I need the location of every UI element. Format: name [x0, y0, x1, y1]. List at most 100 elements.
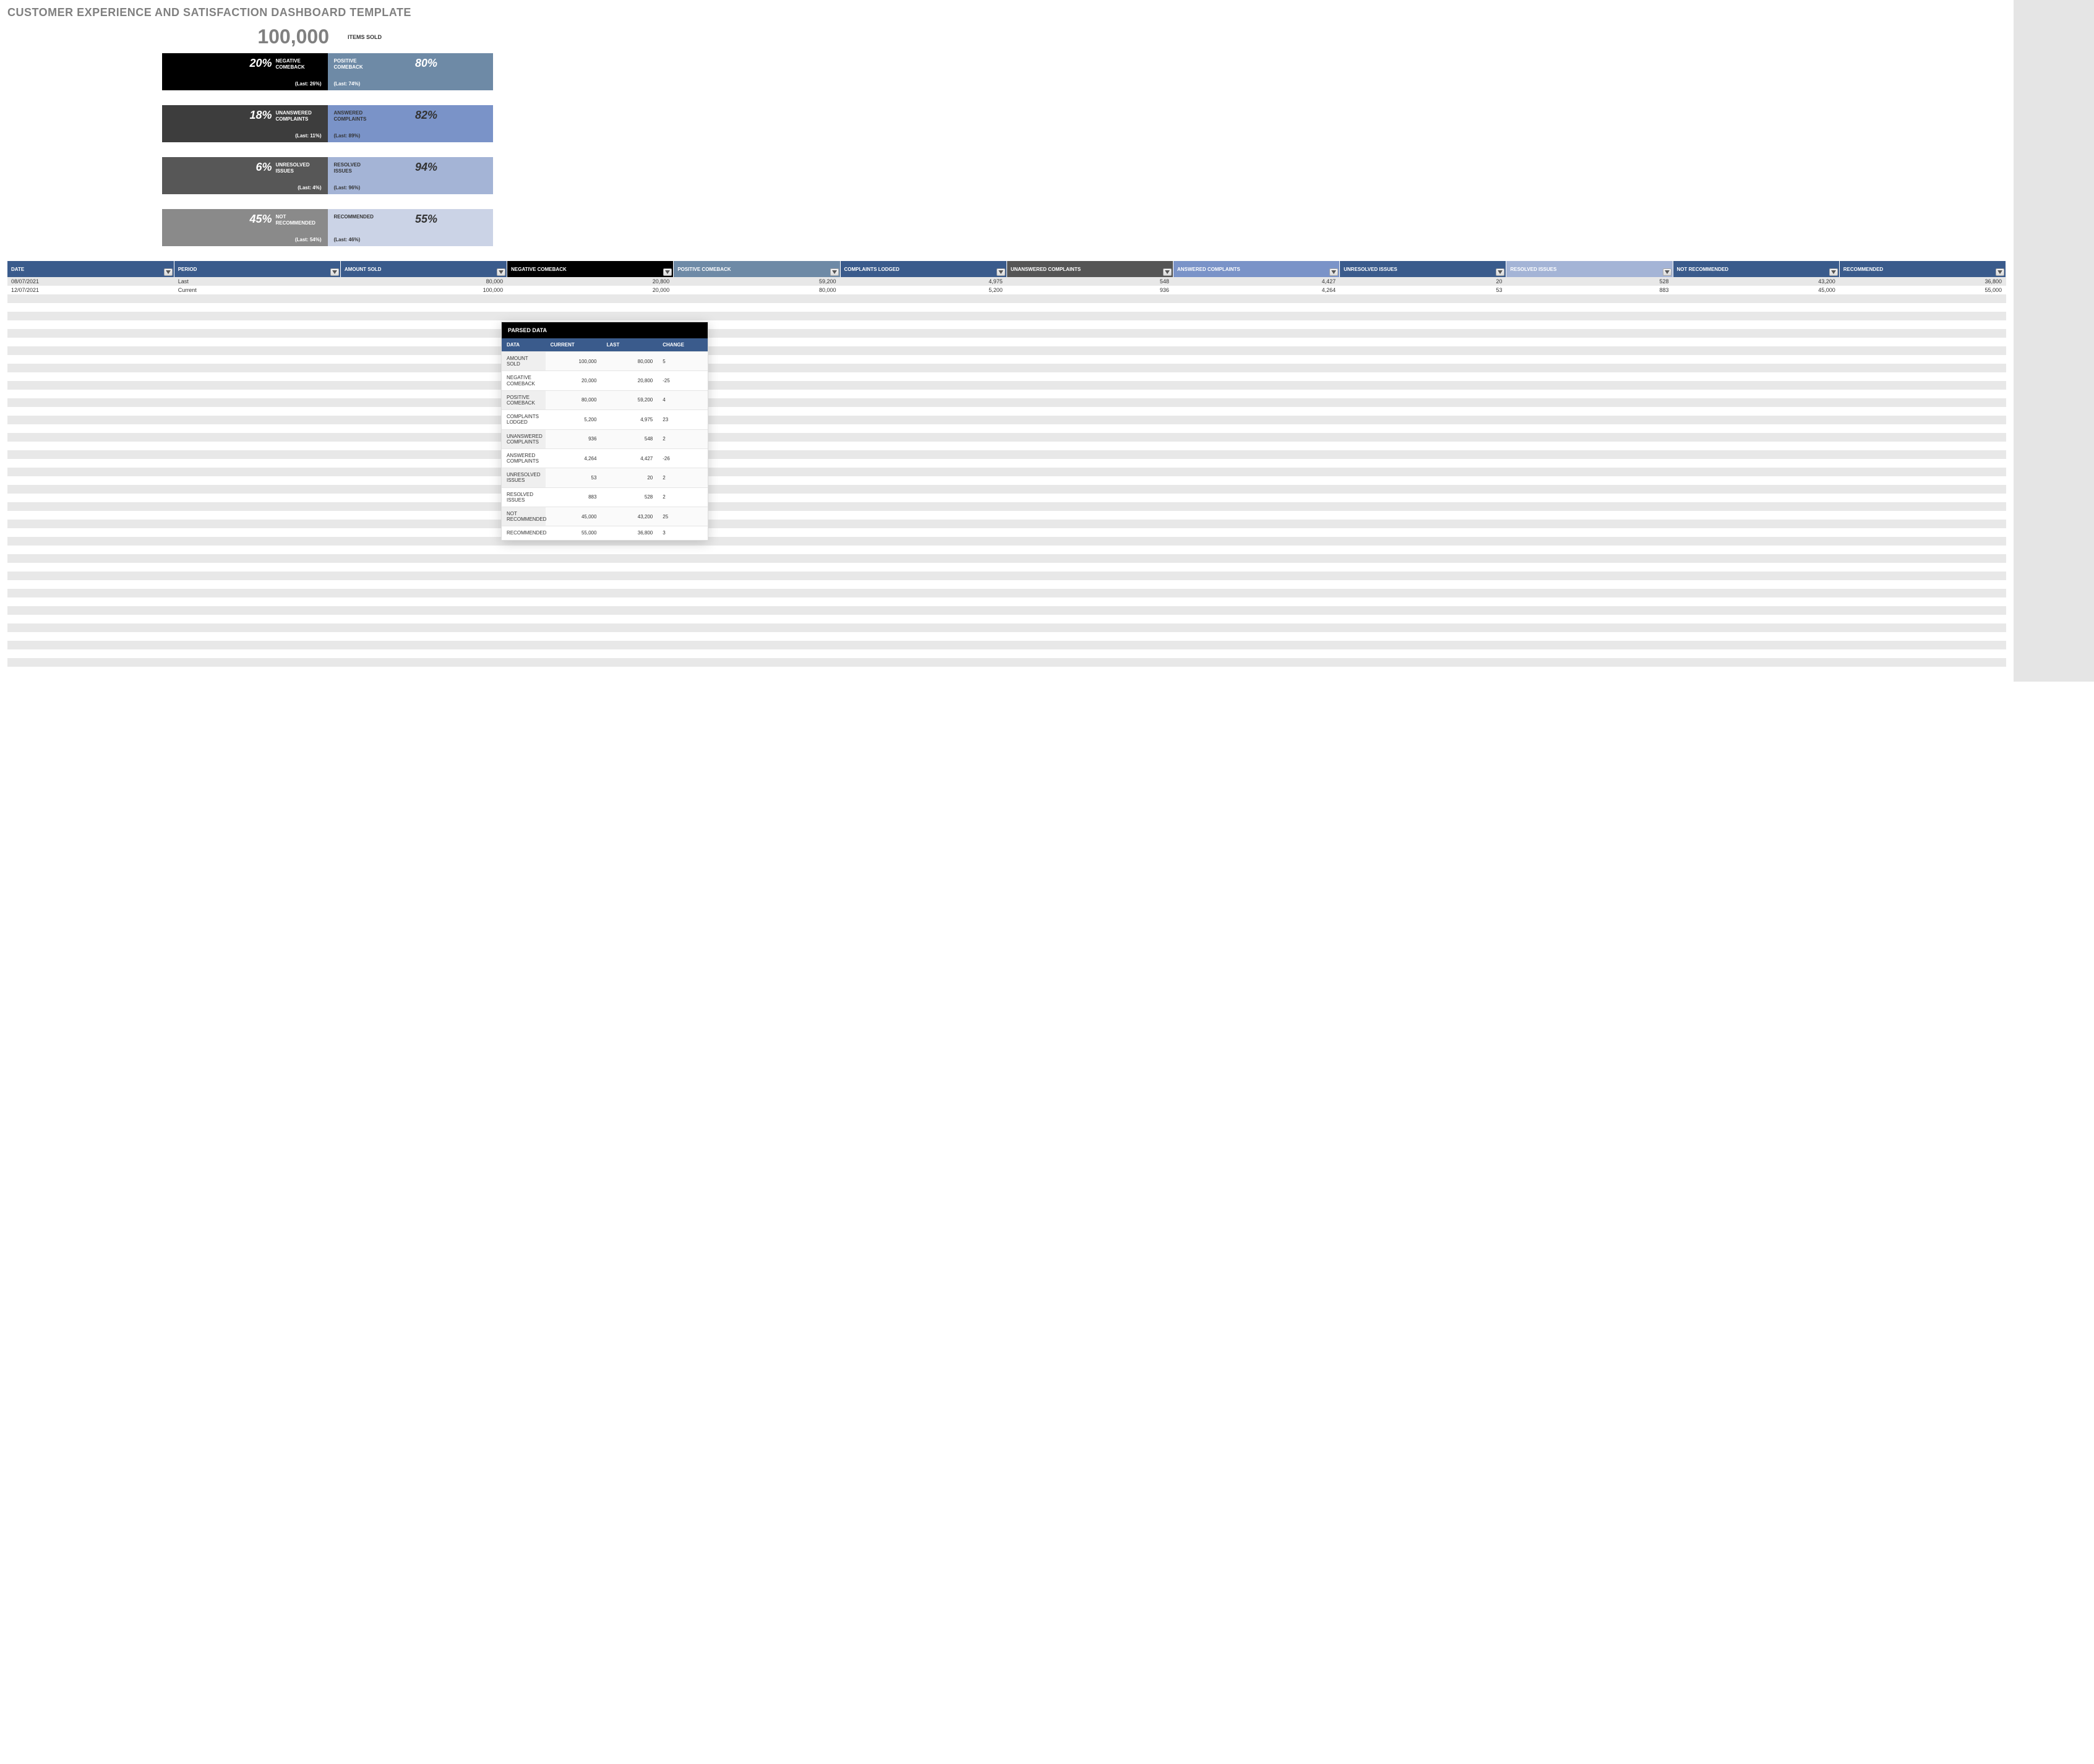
cell-empty[interactable] [1673, 381, 1839, 390]
cell-empty[interactable] [7, 398, 174, 407]
cell-empty[interactable] [7, 450, 174, 459]
cell-empty[interactable] [7, 649, 174, 658]
cell-empty[interactable] [1673, 580, 1839, 589]
cell-empty[interactable] [1839, 615, 2006, 623]
cell-empty[interactable] [1673, 520, 1839, 528]
cell-empty[interactable] [174, 459, 340, 468]
cell-empty[interactable] [1673, 641, 1839, 649]
cell-empty[interactable] [174, 312, 340, 320]
cell-empty[interactable] [1006, 520, 1173, 528]
cell-value[interactable]: 80,000 [340, 277, 507, 286]
table-row-empty[interactable] [7, 398, 2006, 407]
table-row-empty[interactable] [7, 623, 2006, 632]
cell-empty[interactable] [1173, 606, 1339, 615]
cell-empty[interactable] [7, 502, 174, 511]
cell-empty[interactable] [7, 537, 174, 546]
cell-empty[interactable] [1506, 520, 1673, 528]
cell-empty[interactable] [1340, 381, 1506, 390]
cell-empty[interactable] [840, 398, 1006, 407]
cell-empty[interactable] [174, 450, 340, 459]
cell-empty[interactable] [340, 407, 507, 416]
column-header[interactable]: POSITIVE COMEBACK [674, 261, 840, 277]
cell-empty[interactable] [1506, 468, 1673, 476]
cell-empty[interactable] [840, 303, 1006, 312]
cell-empty[interactable] [1673, 597, 1839, 606]
table-row-empty[interactable] [7, 554, 2006, 563]
cell-empty[interactable] [340, 450, 507, 459]
cell-empty[interactable] [1006, 502, 1173, 511]
cell-empty[interactable] [7, 312, 174, 320]
cell-empty[interactable] [1340, 476, 1506, 485]
cell-empty[interactable] [1673, 528, 1839, 537]
cell-empty[interactable] [1673, 407, 1839, 416]
cell-empty[interactable] [174, 433, 340, 442]
cell-empty[interactable] [1839, 364, 2006, 372]
cell-empty[interactable] [1340, 528, 1506, 537]
cell-empty[interactable] [507, 597, 674, 606]
cell-empty[interactable] [840, 294, 1006, 303]
cell-empty[interactable] [1839, 303, 2006, 312]
cell-empty[interactable] [1006, 468, 1173, 476]
cell-empty[interactable] [840, 649, 1006, 658]
cell-empty[interactable] [674, 303, 840, 312]
cell-empty[interactable] [340, 537, 507, 546]
cell-empty[interactable] [1340, 355, 1506, 364]
cell-empty[interactable] [7, 580, 174, 589]
table-row-empty[interactable] [7, 390, 2006, 398]
cell-empty[interactable] [7, 597, 174, 606]
cell-empty[interactable] [1173, 632, 1339, 641]
cell-value[interactable]: 4,975 [840, 277, 1006, 286]
table-row[interactable]: 08/07/2021Last80,00020,80059,2004,975548… [7, 277, 2006, 286]
cell-empty[interactable] [1839, 589, 2006, 597]
cell-empty[interactable] [1173, 494, 1339, 502]
cell-empty[interactable] [840, 381, 1006, 390]
cell-empty[interactable] [174, 580, 340, 589]
cell-empty[interactable] [174, 658, 340, 667]
cell-empty[interactable] [1006, 511, 1173, 520]
cell-empty[interactable] [1006, 398, 1173, 407]
cell-empty[interactable] [1006, 615, 1173, 623]
cell-empty[interactable] [840, 364, 1006, 372]
cell-date[interactable]: 12/07/2021 [7, 286, 174, 294]
cell-empty[interactable] [1839, 485, 2006, 494]
cell-empty[interactable] [1673, 615, 1839, 623]
table-row-empty[interactable] [7, 459, 2006, 468]
cell-empty[interactable] [1673, 390, 1839, 398]
cell-empty[interactable] [840, 468, 1006, 476]
cell-empty[interactable] [1006, 641, 1173, 649]
cell-empty[interactable] [7, 390, 174, 398]
cell-empty[interactable] [1173, 312, 1339, 320]
cell-empty[interactable] [840, 615, 1006, 623]
cell-empty[interactable] [1506, 450, 1673, 459]
cell-empty[interactable] [840, 520, 1006, 528]
cell-empty[interactable] [674, 589, 840, 597]
cell-empty[interactable] [174, 597, 340, 606]
cell-empty[interactable] [174, 320, 340, 329]
table-row-empty[interactable] [7, 329, 2006, 338]
cell-empty[interactable] [1839, 450, 2006, 459]
cell-empty[interactable] [7, 468, 174, 476]
cell-empty[interactable] [1673, 563, 1839, 572]
cell-empty[interactable] [674, 572, 840, 580]
cell-empty[interactable] [1673, 502, 1839, 511]
cell-empty[interactable] [174, 589, 340, 597]
cell-empty[interactable] [1173, 390, 1339, 398]
cell-empty[interactable] [1173, 623, 1339, 632]
cell-empty[interactable] [507, 632, 674, 641]
cell-empty[interactable] [1340, 658, 1506, 667]
cell-empty[interactable] [174, 641, 340, 649]
cell-empty[interactable] [1340, 623, 1506, 632]
cell-empty[interactable] [340, 563, 507, 572]
cell-value[interactable]: 4,264 [1173, 286, 1339, 294]
cell-empty[interactable] [674, 597, 840, 606]
table-row-empty[interactable] [7, 364, 2006, 372]
cell-empty[interactable] [1006, 606, 1173, 615]
cell-empty[interactable] [1173, 407, 1339, 416]
cell-empty[interactable] [7, 641, 174, 649]
filter-dropdown-icon[interactable] [330, 268, 339, 276]
cell-empty[interactable] [1506, 537, 1673, 546]
cell-empty[interactable] [1506, 424, 1673, 433]
cell-empty[interactable] [840, 346, 1006, 355]
cell-empty[interactable] [1340, 346, 1506, 355]
cell-empty[interactable] [7, 407, 174, 416]
